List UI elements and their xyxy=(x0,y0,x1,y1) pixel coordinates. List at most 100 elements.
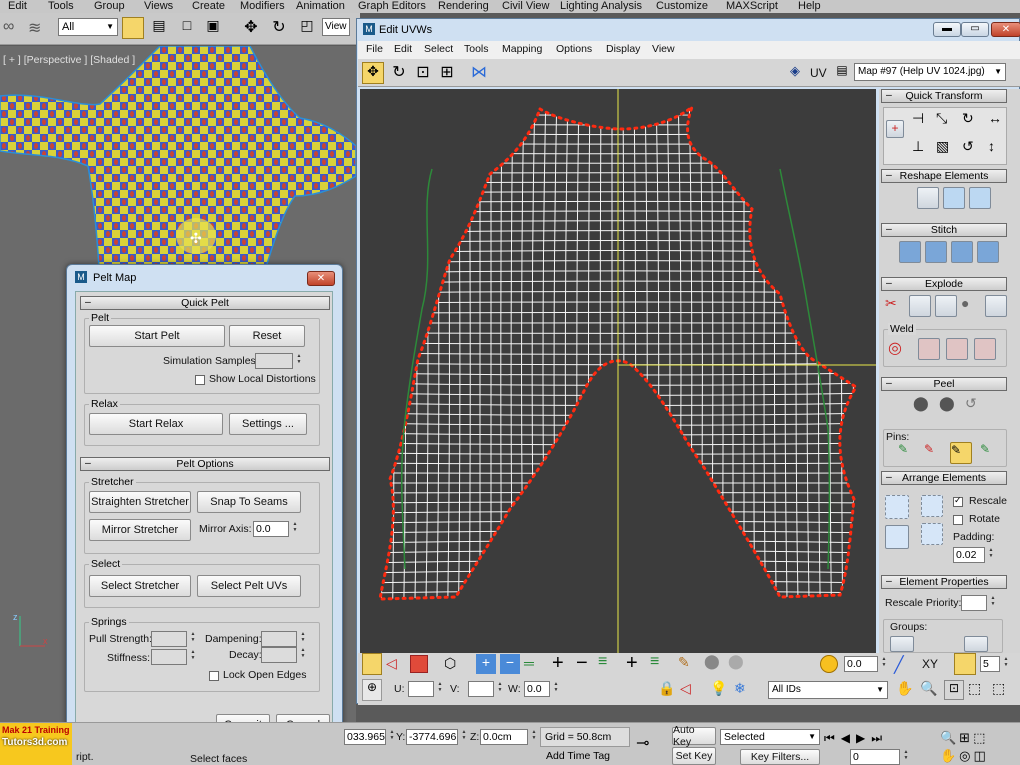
stitch-header[interactable]: Stitch xyxy=(881,223,1007,237)
edit-uvws-titlebar[interactable]: M Edit UVWs ▬ ▭ ✕ xyxy=(357,19,1020,41)
uv-menu-select[interactable]: Select xyxy=(424,43,453,55)
selection-filter-dropdown[interactable]: All ▼ xyxy=(58,18,118,36)
loop-grow-icon[interactable]: ≡ xyxy=(598,653,620,675)
material-ids-dropdown[interactable]: All IDs ▼ xyxy=(768,681,888,699)
shrink-selection-icon[interactable]: − xyxy=(500,654,520,674)
weld-selected-icon[interactable]: ◎ xyxy=(888,338,910,360)
key-mode-dropdown[interactable]: Selected ▼ xyxy=(720,729,820,745)
reference-coordinate-dropdown[interactable]: View xyxy=(322,18,350,36)
flatten-material-icon[interactable] xyxy=(985,295,1007,317)
auto-pin-icon[interactable]: ✎ xyxy=(950,442,972,464)
straighten-icon[interactable]: ▧ xyxy=(936,138,956,158)
lock-icon[interactable]: 🔒 xyxy=(658,680,676,700)
w-spinner[interactable]: 0.0 xyxy=(524,681,560,697)
weld-all-selected-icon[interactable] xyxy=(946,338,968,360)
detach-icon[interactable] xyxy=(909,295,931,317)
uv-menu-mapping[interactable]: Mapping xyxy=(502,43,542,55)
ring-shrink-icon[interactable]: − xyxy=(576,653,596,675)
menu-maxscript[interactable]: MAXScript xyxy=(726,0,778,12)
key-filters-button[interactable]: Key Filters... xyxy=(740,749,820,765)
close-button[interactable]: ✕ xyxy=(307,271,335,286)
y-coordinate-field[interactable]: -3774.696 xyxy=(406,729,468,745)
stiffness-spinner[interactable] xyxy=(151,649,197,665)
xy-label[interactable]: XY xyxy=(922,657,938,671)
grid-count-spinner[interactable]: 5 xyxy=(980,656,1010,672)
uv-scale-icon[interactable]: ⊡ xyxy=(412,62,434,84)
minimize-button[interactable]: ▬ xyxy=(933,22,961,37)
flatten-by-smoothing-icon[interactable] xyxy=(935,295,957,317)
paint-select-icon[interactable]: ✎ xyxy=(678,654,700,676)
menu-graph-editors[interactable]: Graph Editors xyxy=(358,0,426,12)
menu-modifiers[interactable]: Modifiers xyxy=(240,0,285,12)
relax-settings-button[interactable]: Settings ... xyxy=(229,413,307,435)
rescale-priority-spinner[interactable] xyxy=(961,595,997,611)
uv-mirror-icon[interactable]: ⋈ xyxy=(468,62,490,84)
group-selected-button[interactable] xyxy=(890,636,914,652)
key-icon[interactable]: ⊸ xyxy=(636,733,666,753)
target-weld-icon[interactable] xyxy=(918,338,940,360)
decay-spinner[interactable] xyxy=(261,647,307,663)
freeze-icon[interactable]: ❄ xyxy=(734,680,754,700)
space-horizontal-icon[interactable]: ↔ xyxy=(988,110,1008,130)
select-by-name-icon[interactable]: ▤ xyxy=(148,17,170,39)
set-key-button[interactable]: Set Key xyxy=(672,747,716,765)
snap-to-seams-button[interactable]: Snap To Seams xyxy=(197,491,301,513)
lock-open-edges-checkbox[interactable] xyxy=(209,671,219,681)
loop-plus-icon[interactable]: + xyxy=(626,653,646,675)
stitch-to-target-icon[interactable] xyxy=(899,241,921,263)
uv-menu-tools[interactable]: Tools xyxy=(464,43,489,55)
viewport-navigation-controls[interactable]: 🔍⊞⬚ ✋◎◫ xyxy=(940,729,1018,765)
uv-menu-edit[interactable]: Edit xyxy=(394,43,412,55)
add-time-tag-button[interactable]: Add Time Tag xyxy=(542,750,628,765)
stitch-custom-icon[interactable] xyxy=(977,241,999,263)
link-icon[interactable]: ∞ xyxy=(3,18,25,40)
pelt-options-rollout-header[interactable]: Pelt Options xyxy=(80,457,330,471)
hide-icon[interactable]: ◁ xyxy=(680,680,700,700)
rescale-checkbox[interactable]: ✓ xyxy=(953,495,963,507)
auto-key-button[interactable]: Auto Key xyxy=(672,724,716,748)
paint-grow-icon[interactable]: ⬤ xyxy=(704,653,726,675)
rotate-plus-icon[interactable]: ↻ xyxy=(962,110,982,130)
reshape-elements-header[interactable]: Reshape Elements xyxy=(881,169,1007,183)
relax-by-polygon-icon[interactable] xyxy=(969,187,991,209)
checker-options-icon[interactable]: ▤ xyxy=(834,63,850,81)
move-icon[interactable]: ✥ xyxy=(240,17,262,39)
rotate-checkbox[interactable] xyxy=(953,515,963,525)
quick-transform-header[interactable]: Quick Transform xyxy=(881,89,1007,103)
rotation-value-spinner[interactable]: 0.0 xyxy=(844,656,888,672)
explode-header[interactable]: Explode xyxy=(881,277,1007,291)
padding-spinner[interactable]: 0.02 xyxy=(953,547,995,563)
zoom-selected-icon[interactable]: ⬚ xyxy=(992,680,1012,700)
menu-customize[interactable]: Customize xyxy=(656,0,708,12)
pack-rescale-icon[interactable] xyxy=(921,523,943,545)
scale-icon[interactable]: ◰ xyxy=(296,17,318,39)
align-y-icon[interactable]: ⊥ xyxy=(912,138,932,158)
rotate-icon[interactable]: ↻ xyxy=(268,17,290,39)
current-frame-field[interactable]: 0 xyxy=(850,749,910,765)
zoom-icon[interactable]: 🔍 xyxy=(920,680,940,700)
u-spinner[interactable] xyxy=(408,681,444,697)
uv-menu-file[interactable]: File xyxy=(366,43,383,55)
zoom-region-icon[interactable]: ⊡ xyxy=(944,680,964,700)
pelt-map-icon[interactable]: ⬤ xyxy=(939,395,961,417)
uv-menu-view[interactable]: View xyxy=(652,43,675,55)
select-stretcher-button[interactable]: Select Stretcher xyxy=(89,575,191,597)
menu-create[interactable]: Create xyxy=(192,0,225,12)
select-vertex-icon[interactable] xyxy=(362,653,382,675)
select-pelt-uvs-button[interactable]: Select Pelt UVs xyxy=(197,575,301,597)
paint-shrink-icon[interactable]: ⬤ xyxy=(728,653,750,675)
dampening-spinner[interactable] xyxy=(261,631,307,647)
menu-edit[interactable]: Edit xyxy=(8,0,27,12)
uv-rotate-icon[interactable]: ↻ xyxy=(388,62,410,84)
uv-menu-display[interactable]: Display xyxy=(606,43,640,55)
maximize-button[interactable]: ▭ xyxy=(961,22,989,37)
pull-strength-spinner[interactable] xyxy=(151,631,197,647)
reset-button[interactable]: Reset xyxy=(229,325,305,347)
select-face-icon[interactable] xyxy=(410,655,428,673)
menu-views[interactable]: Views xyxy=(144,0,173,12)
absolute-offset-icon[interactable]: ⊕ xyxy=(362,679,382,701)
bind-spacewarp-icon[interactable]: ≋ xyxy=(28,18,50,40)
stitch-to-source-icon[interactable] xyxy=(951,241,973,263)
light-bulb-icon[interactable]: 💡 xyxy=(710,680,728,700)
ring-grow-icon[interactable]: + xyxy=(552,653,572,675)
